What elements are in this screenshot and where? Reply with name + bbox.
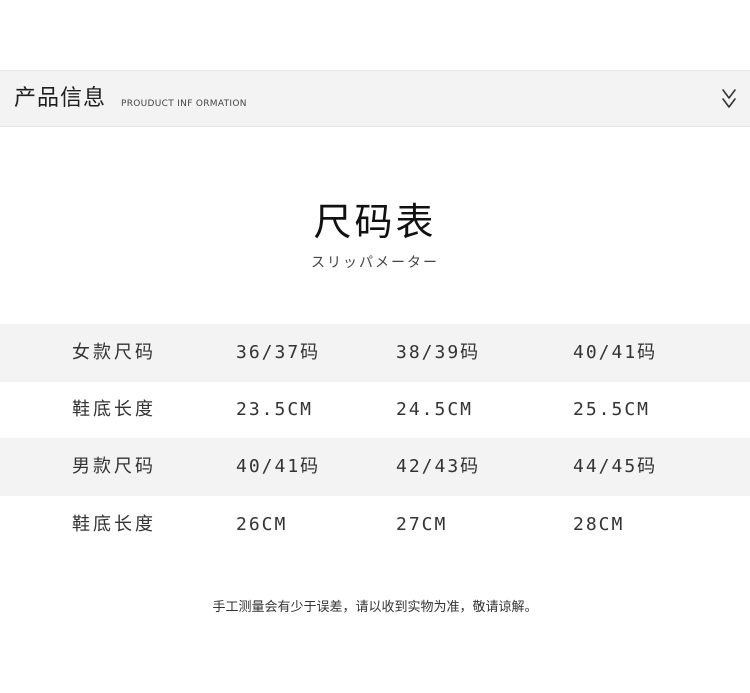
table-row-men-size: 男款尺码 40/41码 42/43码 44/45码 (0, 438, 750, 496)
double-chevron-down-icon[interactable] (720, 87, 738, 111)
table-cell: 24.5CM (396, 399, 474, 420)
row-label: 鞋底长度 (72, 399, 156, 420)
measurement-note: 手工测量会有少于误差，请以收到实物为准，敬请谅解。 (212, 600, 538, 615)
table-cell: 40/41码 (236, 456, 321, 477)
row-label: 女款尺码 (72, 342, 156, 363)
table-cell: 36/37码 (236, 342, 321, 363)
table-cell: 44/45码 (573, 456, 658, 477)
size-chart-title-block: 尺码表 スリッパメーター (0, 196, 750, 272)
header-title: 产品信息 (14, 86, 107, 111)
size-table: 女款尺码 36/37码 38/39码 40/41码 鞋底长度 23.5CM 24… (0, 324, 750, 554)
table-cell: 23.5CM (236, 399, 314, 420)
table-cell: 27CM (396, 514, 448, 535)
header-subtitle: PROUDUCT INF ORMATION (121, 99, 247, 109)
row-label: 鞋底长度 (72, 514, 156, 535)
page-subtitle: スリッパメーター (311, 255, 439, 271)
table-cell: 25.5CM (573, 399, 651, 420)
table-cell: 42/43码 (396, 456, 481, 477)
table-cell: 40/41码 (573, 342, 658, 363)
table-cell: 38/39码 (396, 342, 481, 363)
table-row-men-sole-length: 鞋底长度 26CM 27CM 28CM (0, 496, 750, 554)
table-row-women-sole-length: 鞋底长度 23.5CM 24.5CM 25.5CM (0, 382, 750, 438)
row-label: 男款尺码 (72, 456, 156, 477)
page-title: 尺码表 (313, 200, 437, 244)
table-row-women-size: 女款尺码 36/37码 38/39码 40/41码 (0, 324, 750, 382)
product-info-header: 产品信息 PROUDUCT INF ORMATION (0, 70, 750, 127)
table-cell: 28CM (573, 514, 625, 535)
table-cell: 26CM (236, 514, 288, 535)
